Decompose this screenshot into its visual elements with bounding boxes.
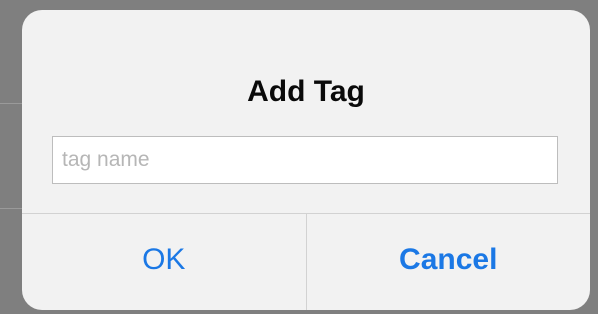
cancel-button[interactable]: Cancel <box>307 214 591 310</box>
dialog-button-row: OK Cancel <box>22 213 590 310</box>
add-tag-alert-dialog: Add Tag OK Cancel <box>22 10 590 310</box>
dialog-title: Add Tag <box>247 75 365 108</box>
tag-name-input[interactable] <box>52 136 558 184</box>
ok-button[interactable]: OK <box>22 214 307 310</box>
backdrop-divider <box>0 208 22 209</box>
backdrop-divider <box>0 103 22 104</box>
